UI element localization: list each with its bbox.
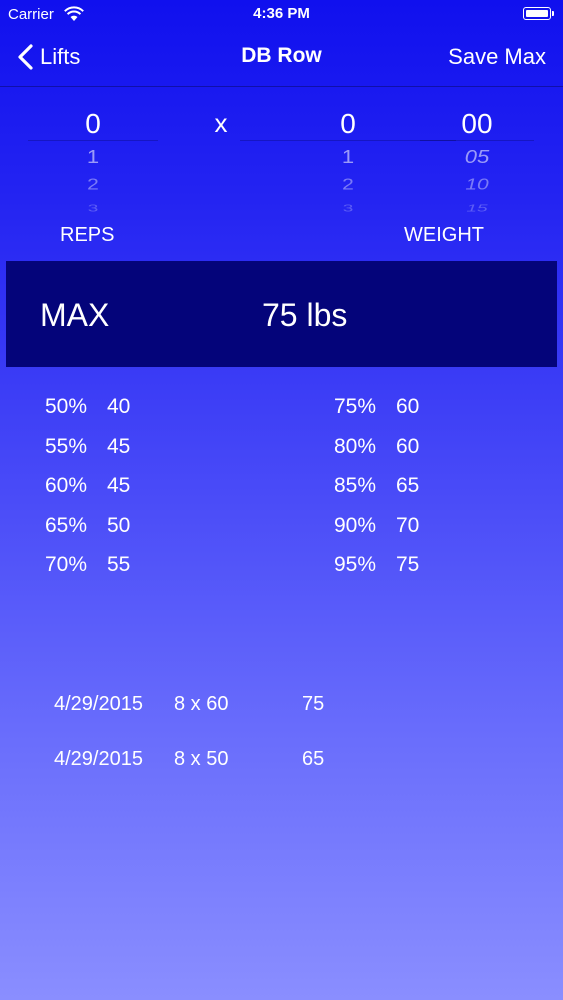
max-value: 75 lbs: [262, 297, 348, 333]
history-max: 65: [302, 748, 325, 770]
picker-separator: x: [214, 108, 228, 138]
percent-label: 55%: [45, 434, 88, 458]
history-date: 4/29/2015: [54, 693, 143, 715]
weight-fraction-picker[interactable]: 00 05 10 15: [420, 100, 534, 214]
weight-fraction-option: 10: [465, 176, 489, 194]
battery-icon: [523, 7, 554, 20]
save-max-button[interactable]: Save Max: [448, 44, 546, 70]
percent-label: 90%: [334, 513, 377, 537]
percent-table-left: 50% 40 55% 45 60% 45 65% 50 70% 55: [45, 395, 130, 593]
status-bar: Carrier 4:36 PM: [0, 0, 563, 30]
percent-row: 80% 60: [334, 435, 419, 475]
reps-picker[interactable]: 0 1 2 3: [28, 100, 158, 214]
percent-label: 75%: [334, 395, 377, 418]
percent-row: 85% 65: [334, 474, 419, 514]
percent-weight: 70: [396, 513, 420, 537]
percent-row: 65% 50: [45, 514, 130, 554]
weight-fraction-option: 05: [464, 145, 490, 168]
percent-label: 65%: [45, 513, 88, 537]
percent-weight: 45: [107, 434, 131, 458]
percent-weight: 50: [107, 513, 131, 537]
max-panel: MAX 75 lbs: [6, 261, 557, 367]
percent-row: 50% 40: [45, 395, 130, 435]
history-max: 75: [302, 693, 325, 715]
percent-weight: 75: [396, 553, 420, 576]
percent-weight: 60: [396, 395, 420, 418]
reps-picker-option: 1: [86, 145, 100, 168]
percent-label: 95%: [334, 553, 377, 576]
percent-label: 60%: [45, 474, 88, 497]
history-set: 8 x 50: [174, 748, 229, 770]
history-set: 8 x 60: [174, 693, 229, 715]
percent-weight: 55: [107, 553, 131, 576]
history-row[interactable]: 4/29/2015 8 x 50 65: [54, 748, 454, 776]
history-date: 4/29/2015: [54, 748, 143, 770]
percent-label: 80%: [334, 434, 377, 458]
percent-row: 60% 45: [45, 474, 130, 514]
percent-weight: 45: [107, 474, 131, 497]
history-row[interactable]: 4/29/2015 8 x 60 75: [54, 693, 454, 721]
percent-row: 90% 70: [334, 514, 419, 554]
reps-picker-selected: 0: [85, 108, 101, 139]
max-label: MAX: [40, 297, 110, 333]
percent-label: 50%: [45, 395, 88, 418]
weight-label: WEIGHT: [404, 224, 484, 246]
status-time: 4:36 PM: [253, 5, 310, 22]
reps-picker-option: 2: [87, 176, 99, 194]
weight-fraction-selected: 00: [461, 108, 493, 139]
weight-fraction-option: 15: [466, 202, 488, 214]
percent-table-right: 75% 60 80% 60 85% 65 90% 70 95% 75: [334, 395, 419, 593]
navigation-bar: Lifts DB Row Save Max: [0, 30, 563, 87]
reps-label: REPS: [60, 224, 115, 246]
percent-row: 55% 45: [45, 435, 130, 475]
percent-weight: 65: [396, 474, 420, 497]
percent-weight: 60: [396, 434, 420, 458]
percent-row: 75% 60: [334, 395, 419, 435]
picker-divider: [420, 140, 534, 141]
percent-label: 85%: [334, 474, 377, 497]
percent-weight: 40: [107, 395, 131, 418]
reps-picker-option: 3: [87, 202, 99, 214]
percent-row: 70% 55: [45, 553, 130, 593]
picker-divider: [28, 140, 158, 141]
percent-row: 95% 75: [334, 553, 419, 593]
percent-label: 70%: [45, 553, 88, 576]
